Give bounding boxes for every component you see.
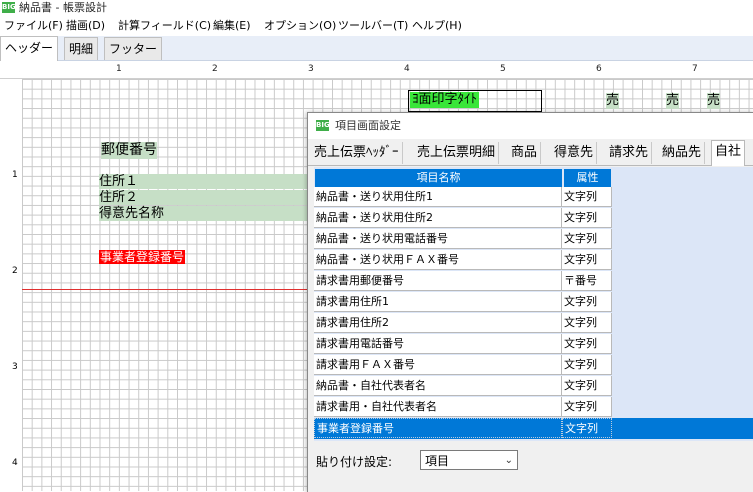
- vertical-ruler: 1 2 3 4: [0, 79, 22, 491]
- item-name: 事業者登録番号: [314, 418, 562, 438]
- ruler-mark: 3: [308, 64, 314, 74]
- menu-calc-field[interactable]: 計算フィールド(C): [116, 16, 213, 36]
- column-header-name[interactable]: 項目名称: [315, 169, 562, 187]
- window-title: 納品書 - 帳票設計: [19, 1, 107, 14]
- menu-bar: ファイル(F) 描画(D) 計算フィールド(C) 編集(E) オプション(O) …: [0, 16, 753, 36]
- item-attr: 文字列: [562, 418, 612, 438]
- list-item[interactable]: 納品書・送り状用住所1 文字列: [314, 187, 753, 208]
- tab-sales-detail[interactable]: 売上伝票明細: [414, 142, 500, 164]
- item-name: 請求書用住所2: [314, 313, 562, 333]
- section-tabs: ヘッダー 明細 フッター: [0, 36, 753, 61]
- list-item[interactable]: 納品書・自社代表者名 文字列: [314, 376, 753, 397]
- item-name: 納品書・送り状用電話番号: [314, 229, 562, 249]
- item-attr: 文字列: [562, 250, 612, 270]
- ruler-mark: 6: [596, 64, 602, 74]
- tab-footer[interactable]: フッター: [104, 37, 163, 60]
- tab-customer[interactable]: 得意先: [551, 142, 598, 164]
- ruler-mark: 3: [12, 362, 18, 372]
- list-item[interactable]: 納品書・送り状用住所2 文字列: [314, 208, 753, 229]
- list-item[interactable]: 請求書用・自社代表者名 文字列: [314, 397, 753, 418]
- ruler-mark: 1: [116, 64, 122, 74]
- menu-file[interactable]: ファイル(F): [2, 16, 65, 36]
- dialog-title-bar[interactable]: BIG 項目画面設定: [308, 113, 753, 139]
- customer-name-field[interactable]: 得意先名称: [99, 206, 309, 221]
- tab-delivery[interactable]: 納品先: [659, 142, 706, 164]
- list-item[interactable]: 納品書・送り状用電話番号 文字列: [314, 229, 753, 250]
- ruler-mark: 2: [12, 266, 18, 276]
- menu-help[interactable]: ヘルプ(H): [410, 16, 464, 36]
- big-app-icon: BIG: [2, 2, 16, 13]
- item-name: 請求書用住所1: [314, 292, 562, 312]
- paste-setting-select[interactable]: 項目 ⌄: [420, 450, 518, 470]
- paste-setting-label: 貼り付け設定:: [316, 455, 393, 469]
- item-attr: 文字列: [562, 208, 612, 228]
- item-name: 納品書・送り状用住所1: [314, 187, 562, 207]
- item-settings-dialog: BIG 項目画面設定 売上伝票ﾍｯﾀﾞｰ 売上伝票明細 商品 得意先 請求先 納…: [307, 112, 753, 492]
- item-attr: 文字列: [562, 334, 612, 354]
- tab-header[interactable]: ヘッダー: [0, 36, 59, 61]
- menu-edit[interactable]: 編集(E): [211, 16, 253, 36]
- address2-field[interactable]: 住所２: [99, 190, 309, 205]
- sales-field[interactable]: 売: [606, 93, 620, 109]
- item-attr: 〒番号: [562, 271, 612, 291]
- item-attr: 文字列: [562, 229, 612, 249]
- ruler-mark: 5: [500, 64, 506, 74]
- title-print-field[interactable]: ﾖ面印字ﾀｲﾄ: [410, 92, 480, 108]
- item-attr: 文字列: [562, 376, 612, 396]
- list-item[interactable]: 請求書用電話番号 文字列: [314, 334, 753, 355]
- paste-setting-value: 項目: [425, 454, 450, 468]
- list-item[interactable]: 請求書用住所1 文字列: [314, 292, 753, 313]
- item-name: 納品書・送り状用ＦＡＸ番号: [314, 250, 562, 270]
- item-attr: 文字列: [562, 313, 612, 333]
- item-name: 請求書用電話番号: [314, 334, 562, 354]
- item-name: 請求書用ＦＡＸ番号: [314, 355, 562, 375]
- ruler-mark: 2: [212, 64, 218, 74]
- sales-field[interactable]: 売: [707, 93, 721, 109]
- item-attr: 文字列: [562, 397, 612, 417]
- item-name: 納品書・自社代表者名: [314, 376, 562, 396]
- ruler-mark: 1: [12, 170, 18, 180]
- item-attr: 文字列: [562, 355, 612, 375]
- list-item[interactable]: 請求書用住所2 文字列: [314, 313, 753, 334]
- item-attr: 文字列: [562, 292, 612, 312]
- ruler-mark: 7: [692, 64, 698, 74]
- tab-detail[interactable]: 明細: [64, 37, 99, 60]
- item-name: 請求書用郵便番号: [314, 271, 562, 291]
- item-attr: 文字列: [562, 187, 612, 207]
- sales-field[interactable]: 売: [666, 93, 680, 109]
- item-name: 請求書用・自社代表者名: [314, 397, 562, 417]
- title-bar: BIG 納品書 - 帳票設計: [0, 0, 753, 16]
- menu-options[interactable]: オプション(O): [262, 16, 338, 36]
- postal-code-field[interactable]: 郵便番号: [101, 142, 157, 159]
- ruler-mark: 4: [12, 458, 18, 468]
- menu-draw[interactable]: 描画(D): [64, 16, 107, 36]
- column-header-attr[interactable]: 属性: [564, 169, 611, 187]
- ruler-mark: 4: [404, 64, 410, 74]
- big-app-icon: BIG: [316, 120, 330, 131]
- tab-product[interactable]: 商品: [508, 142, 542, 164]
- list-item-selected[interactable]: 事業者登録番号 文字列: [314, 418, 753, 439]
- registration-number-field[interactable]: 事業者登録番号: [99, 250, 186, 264]
- item-name: 納品書・送り状用住所2: [314, 208, 562, 228]
- tab-sales-header[interactable]: 売上伝票ﾍｯﾀﾞｰ: [311, 142, 403, 164]
- tab-billing[interactable]: 請求先: [606, 142, 653, 164]
- list-item[interactable]: 請求書用郵便番号 〒番号: [314, 271, 753, 292]
- chevron-down-icon: ⌄: [504, 455, 513, 466]
- tab-company[interactable]: 自社: [711, 140, 746, 166]
- address1-field[interactable]: 住所１: [99, 174, 309, 189]
- item-list[interactable]: 項目名称 属性 納品書・送り状用住所1 文字列 納品書・送り状用住所2 文字列 …: [314, 167, 753, 441]
- dialog-tabs: 売上伝票ﾍｯﾀﾞｰ 売上伝票明細 商品 得意先 請求先 納品先 自社: [308, 139, 753, 166]
- menu-toolbar[interactable]: ツールバー(T): [336, 16, 410, 36]
- list-item[interactable]: 納品書・送り状用ＦＡＸ番号 文字列: [314, 250, 753, 271]
- horizontal-ruler: 1 2 3 4 5 6 7: [0, 61, 753, 79]
- dialog-title: 項目画面設定: [335, 119, 401, 132]
- list-item[interactable]: 請求書用ＦＡＸ番号 文字列: [314, 355, 753, 376]
- guide-line: [22, 289, 322, 290]
